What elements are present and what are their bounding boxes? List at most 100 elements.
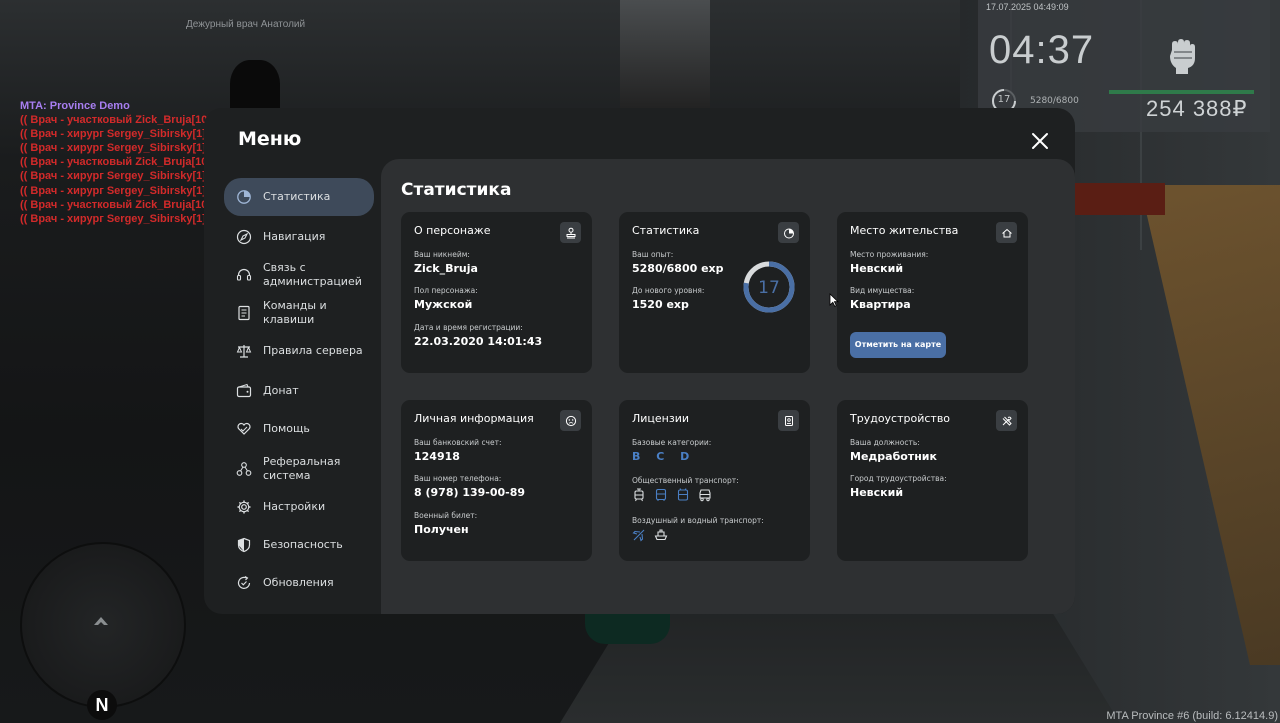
hud-level: 17	[997, 94, 1011, 105]
sidebar-item-label: Помощь	[263, 422, 310, 435]
sidebar-item-label: Навигация	[263, 230, 326, 243]
card-icon-box	[778, 410, 799, 431]
exp-value: 5280/6800 exp	[632, 262, 724, 275]
air-water-transport-icons	[632, 528, 668, 542]
boat-icon	[654, 529, 668, 541]
card-icon-box	[996, 222, 1017, 243]
build-version: MTA Province #6 (build: 6.12414.9)	[1106, 710, 1278, 722]
player-legs	[585, 612, 670, 644]
headset-icon	[236, 268, 252, 281]
stamp-icon	[566, 227, 575, 238]
mouse-cursor-icon	[829, 293, 839, 307]
rail-post	[1075, 183, 1165, 215]
truck-icon	[699, 489, 711, 502]
timer-icon	[783, 228, 794, 238]
gender-value: Мужской	[414, 298, 473, 311]
gear-icon	[237, 500, 251, 514]
north-marker: N	[87, 690, 117, 720]
field-label: Пол персонажа:	[414, 286, 478, 295]
field-label: Общественный транспорт:	[632, 476, 739, 485]
stats-card: Статистика Ваш опыт: 5280/6800 exp До но…	[619, 212, 810, 373]
registration-date-value: 22.03.2020 14:01:43	[414, 335, 543, 348]
card-title: Трудоустройство	[850, 412, 951, 425]
sidebar-item-label: Донат	[263, 384, 299, 397]
card-icon-box	[996, 410, 1017, 431]
shield-icon	[237, 537, 251, 553]
property-value: Квартира	[850, 298, 911, 311]
card-icon-box	[778, 222, 799, 243]
public-transport-icons	[632, 488, 712, 502]
card-title: Статистика	[632, 224, 700, 237]
sidebar-item-label: Обновления	[263, 576, 334, 589]
scales-icon	[236, 345, 252, 358]
residence-value: Невский	[850, 262, 904, 275]
sidebar-item-label: Безопасность	[263, 538, 343, 551]
tools-icon	[1002, 416, 1012, 426]
military-id-value: Получен	[414, 523, 469, 536]
sidebar-item-statistics[interactable]: Статистика	[224, 178, 374, 216]
field-label: Базовые категории:	[632, 438, 712, 447]
phone-value: 8 (978) 139-00-89	[414, 486, 526, 499]
sidebar-item-label: Статистика	[263, 190, 331, 203]
field-label: Ваш банковский счет:	[414, 438, 502, 447]
sidebar-item-label: Реферальная система	[263, 455, 341, 482]
card-title: Место жительства	[850, 224, 959, 237]
hud-money: 254 388₽	[1146, 96, 1248, 121]
character-card: О персонаже Ваш никнейм: Zick_Bruja Пол …	[401, 212, 592, 373]
field-label: Ваш никнейм:	[414, 250, 470, 259]
npc-nametag: Дежурный врач Анатолий	[186, 19, 306, 30]
bus-icon	[655, 488, 667, 501]
exp-to-next-value: 1520 exp	[632, 298, 689, 311]
sidebar-item-settings[interactable]: Настройки	[224, 498, 374, 516]
sidebar-item-help[interactable]: Помощь	[224, 420, 374, 438]
close-icon[interactable]	[1030, 131, 1050, 151]
sidebar-item-security[interactable]: Безопасность	[224, 536, 374, 554]
sidebar-item-referral[interactable]: Реферальная система	[224, 454, 374, 484]
sidebar-item-label: Команды и клавиши	[263, 299, 327, 326]
bank-account-value: 124918	[414, 450, 460, 463]
sidebar-item-label: Правила сервера	[263, 344, 363, 357]
field-label: Военный билет:	[414, 511, 478, 520]
nickname-value: Zick_Bruja	[414, 262, 478, 275]
refresh-icon	[237, 576, 251, 589]
heart-hands-icon	[237, 422, 251, 435]
level-progress-ring: 17	[743, 261, 795, 313]
page-title: Статистика	[401, 180, 512, 200]
sidebar-item-commands[interactable]: Команды и клавиши	[224, 298, 374, 328]
sidebar-item-rules[interactable]: Правила сервера	[224, 342, 374, 360]
license-categories: B C D	[632, 450, 696, 463]
card-title: Лицензии	[632, 412, 690, 425]
hud-datetime: 17.07.2025 04:49:09	[986, 2, 1069, 12]
employment-card: Трудоустройство Ваша должность: Медработ…	[837, 400, 1028, 561]
field-label: Дата и время регистрации:	[414, 323, 523, 332]
level-number: 17	[758, 278, 780, 298]
field-label: Ваша должность:	[850, 438, 920, 447]
plane-icon	[632, 529, 645, 542]
sidebar-item-donate[interactable]: Донат	[224, 382, 374, 400]
menu-window: Меню Статистика Навигация Связь с админи…	[204, 108, 1075, 614]
card-icon-box	[560, 222, 581, 243]
player-arrow-icon	[94, 617, 108, 625]
hud-exp: 5280/6800	[1030, 96, 1079, 106]
mark-on-map-button[interactable]: Отметить на карте	[850, 332, 946, 358]
fist-icon	[1170, 39, 1195, 74]
sidebar-item-updates[interactable]: Обновления	[224, 574, 374, 592]
field-label: Ваш номер телефона:	[414, 474, 502, 483]
field-label: Город трудоустройства:	[850, 474, 947, 483]
personal-info-card: Личная информация Ваш банковский счет: 1…	[401, 400, 592, 561]
field-label: Ваш опыт:	[632, 250, 674, 259]
document-icon	[238, 305, 250, 321]
card-title: О персонаже	[414, 224, 491, 237]
sidebar-item-navigation[interactable]: Навигация	[224, 228, 374, 246]
door	[620, 0, 710, 110]
wallet-icon	[236, 383, 252, 398]
network-icon	[236, 462, 252, 476]
hud-game-time: 04:37	[989, 28, 1095, 72]
sidebar-item-support[interactable]: Связь с администрацией	[224, 260, 374, 290]
face-icon	[565, 415, 576, 426]
field-label: Место проживания:	[850, 250, 929, 259]
stats-icon	[237, 190, 251, 204]
field-label: Вид имущества:	[850, 286, 915, 295]
sidebar-item-label: Связь с администрацией	[263, 261, 362, 288]
compass-icon	[236, 229, 252, 245]
